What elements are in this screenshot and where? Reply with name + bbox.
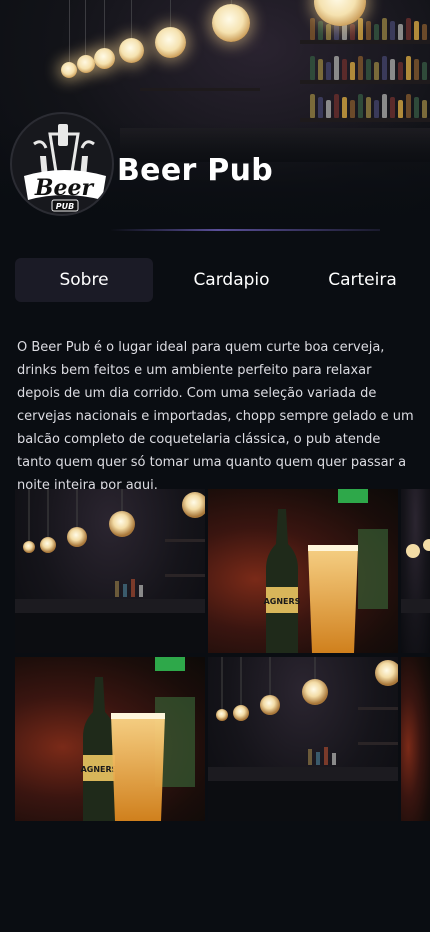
hero-bottle [350, 100, 355, 118]
header-divider [110, 229, 380, 231]
gallery-photo-bar-interior[interactable] [15, 489, 205, 653]
gallery-photo-bar-interior-2[interactable] [208, 657, 398, 821]
hero-bottle [374, 24, 379, 40]
hero-bottle [414, 21, 419, 40]
hero-bottle [406, 18, 411, 40]
hero-bottle [358, 18, 363, 40]
hero-bottle [406, 56, 411, 80]
hero-bottle [318, 59, 323, 80]
hero-bottle [382, 18, 387, 40]
hero-bottle [358, 56, 363, 80]
hero-bottle [310, 56, 315, 80]
svg-text:AGNERS: AGNERS [81, 765, 118, 774]
beer-bottle-glass-icon: AGNERS [264, 489, 388, 653]
hero-bottle [422, 24, 427, 40]
svg-text:PUB: PUB [56, 202, 74, 211]
tab-carteira[interactable]: Carteira [310, 258, 415, 302]
hero-bottle [406, 94, 411, 118]
hero-bottle [374, 62, 379, 80]
hero-bottle [342, 59, 347, 80]
hero-bottle [326, 62, 331, 80]
venue-name: Beer Pub [117, 153, 274, 188]
svg-text:AGNERS: AGNERS [264, 597, 301, 606]
hero-bottle [310, 18, 315, 40]
beer-pub-logo: Beer PUB [10, 112, 114, 216]
hero-bottle [326, 100, 331, 118]
beer-bottle-glass-icon: AGNERS [81, 657, 195, 821]
gallery-photo-partial[interactable] [401, 489, 430, 653]
hero-bottle [398, 100, 403, 118]
hero-bottle [390, 97, 395, 118]
hero-bottle [382, 56, 387, 80]
hero-bottle [366, 59, 371, 80]
gallery-photo-partial-2[interactable] [401, 657, 430, 821]
about-description: O Beer Pub é o lugar ideal para quem cur… [17, 340, 414, 493]
hero-bottle [366, 21, 371, 40]
bar-interior-icon [208, 657, 398, 821]
gallery-photo-beer[interactable]: AGNERS [208, 489, 398, 653]
hero-bottle [390, 59, 395, 80]
hero-bottle [310, 94, 315, 118]
hero-bottle [318, 97, 323, 118]
hero-bottle [342, 97, 347, 118]
hero-bottle [334, 56, 339, 80]
hero-bottle [382, 94, 387, 118]
hero-bottle [350, 24, 355, 40]
gallery-photo-beer-2[interactable]: AGNERS [15, 657, 205, 821]
hero-bottle [358, 94, 363, 118]
hero-bottle [318, 21, 323, 40]
svg-text:Beer: Beer [34, 175, 95, 201]
hero-bottle [414, 97, 419, 118]
tab-sobre[interactable]: Sobre [15, 258, 153, 302]
hero-bottle [366, 97, 371, 118]
photo-gallery[interactable]: AGNERS AGNERS [15, 489, 430, 823]
beer-tap-logo-icon: Beer PUB [24, 124, 106, 212]
hero-bottle [350, 62, 355, 80]
hero-bottle [334, 94, 339, 118]
hero-bottle [390, 21, 395, 40]
hero-bottle [414, 59, 419, 80]
hero-bottle [422, 62, 427, 80]
hero-bottle [422, 100, 427, 118]
section-tabs: Sobre Cardapio Carteira [15, 258, 415, 302]
hero-bottle [398, 24, 403, 40]
hero-bottle [326, 24, 331, 40]
bar-interior-icon [15, 489, 205, 653]
tab-cardapio[interactable]: Cardapio [153, 258, 310, 302]
hero-bottle [398, 62, 403, 80]
bar-interior-icon [401, 539, 430, 613]
hero-bottle [374, 100, 379, 118]
